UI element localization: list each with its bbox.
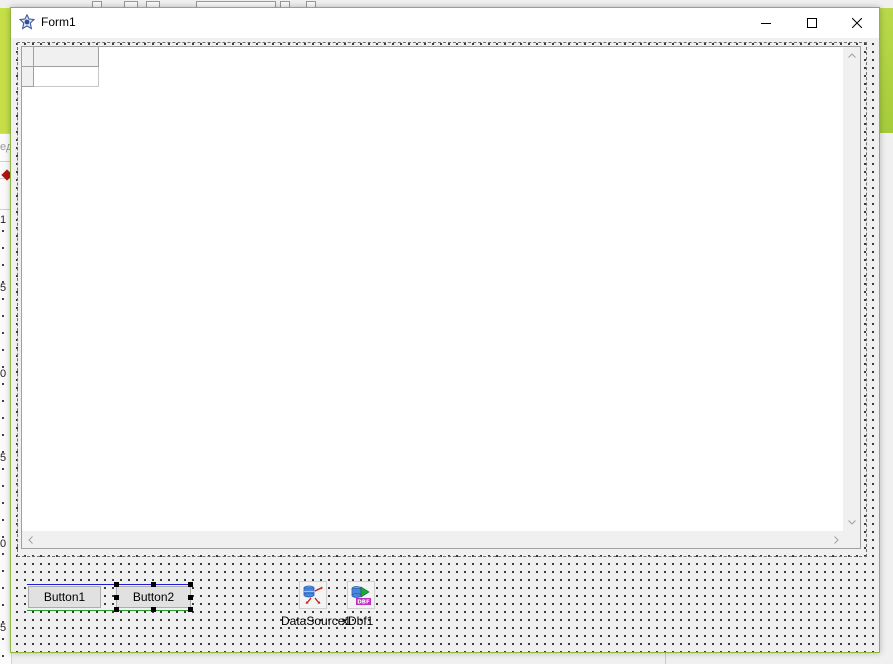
ruler-number: 1 xyxy=(0,214,7,226)
chevron-down-icon xyxy=(847,520,856,525)
ruler-tick xyxy=(2,485,4,487)
ide-divider xyxy=(665,652,666,664)
maximize-icon xyxy=(807,18,817,28)
form-window[interactable]: Form1 Button1 Button2 DataSource1 DBF xD… xyxy=(10,7,880,653)
ruler-tick xyxy=(2,247,4,249)
ruler-tick xyxy=(2,383,4,385)
ruler-tick xyxy=(2,366,4,368)
ruler-tick xyxy=(2,468,4,470)
resize-handle[interactable] xyxy=(151,582,156,587)
scroll-down-button[interactable] xyxy=(843,514,860,531)
ruler-number: 0 xyxy=(0,538,7,550)
anchor-guide-bottom xyxy=(27,610,191,611)
resize-handle[interactable] xyxy=(114,582,119,587)
vertical-scrollbar[interactable] xyxy=(843,47,860,531)
grid-row-indicator[interactable] xyxy=(22,67,34,87)
ruler-tick xyxy=(2,349,4,351)
ruler-tick xyxy=(2,332,4,334)
ruler-number: 5 xyxy=(0,282,7,294)
minimize-icon xyxy=(761,23,771,24)
ruler-tick xyxy=(2,638,4,640)
ruler-tick xyxy=(2,417,4,419)
grid-cell[interactable] xyxy=(34,67,99,87)
scrollbar-corner xyxy=(843,531,860,548)
ruler-tick xyxy=(2,451,4,453)
resize-handle[interactable] xyxy=(188,595,193,600)
dbf-label: xDbf1 xyxy=(342,614,374,628)
resize-handle[interactable] xyxy=(151,607,156,612)
ruler-tick xyxy=(2,553,4,555)
minimize-button[interactable] xyxy=(743,8,789,38)
ruler-tick xyxy=(2,502,4,504)
ruler-number: 5 xyxy=(0,452,7,464)
ruler-tick xyxy=(2,230,4,232)
ruler-tick xyxy=(2,400,4,402)
form-design-surface[interactable]: Button1 Button2 DataSource1 DBF xDbf1 xyxy=(11,38,879,652)
dbf-badge-text: DBF xyxy=(357,600,370,606)
datasource-icon xyxy=(303,585,323,604)
button1[interactable]: Button1 xyxy=(28,586,101,608)
ruler-number: 0 xyxy=(0,368,7,380)
dbf-table-icon: DBF xyxy=(351,586,371,606)
window-title: Form1 xyxy=(41,15,76,29)
dbgrid[interactable] xyxy=(21,46,861,549)
maximize-button[interactable] xyxy=(789,8,835,38)
chevron-right-icon xyxy=(834,535,839,544)
scroll-up-button[interactable] xyxy=(843,47,860,64)
grid-column-header[interactable] xyxy=(34,47,99,67)
ruler-tick xyxy=(2,519,4,521)
ruler-tick xyxy=(2,281,4,283)
ruler-tick xyxy=(2,604,4,606)
ruler-tick xyxy=(2,536,4,538)
scroll-left-button[interactable] xyxy=(22,531,39,548)
dbf-component[interactable]: DBF xyxy=(347,581,375,609)
resize-handle[interactable] xyxy=(188,582,193,587)
ruler-tick xyxy=(2,570,4,572)
ruler-tick xyxy=(2,315,4,317)
resize-handle[interactable] xyxy=(114,595,119,600)
ruler-number: 5 xyxy=(0,622,7,634)
horizontal-scrollbar[interactable] xyxy=(22,531,845,548)
lazarus-app-icon xyxy=(19,14,35,30)
chevron-up-icon xyxy=(847,53,856,58)
ruler-tick xyxy=(2,621,4,623)
ruler-tick xyxy=(2,434,4,436)
close-button[interactable] xyxy=(834,8,880,38)
close-icon xyxy=(852,18,862,28)
ruler-tick xyxy=(2,655,4,657)
datasource-component[interactable] xyxy=(299,581,327,609)
anchor-guide-top xyxy=(27,584,191,585)
resize-handle[interactable] xyxy=(188,607,193,612)
titlebar[interactable]: Form1 xyxy=(11,8,879,38)
ruler-tick xyxy=(2,264,4,266)
ide-right-area xyxy=(880,133,893,664)
button2[interactable]: Button2 xyxy=(116,586,191,608)
grid-corner-cell xyxy=(22,47,34,67)
resize-handle[interactable] xyxy=(114,607,119,612)
ruler-tick xyxy=(2,587,4,589)
datasource-label: DataSource1 xyxy=(281,614,352,628)
ruler-tick xyxy=(2,298,4,300)
chevron-left-icon xyxy=(28,535,33,544)
